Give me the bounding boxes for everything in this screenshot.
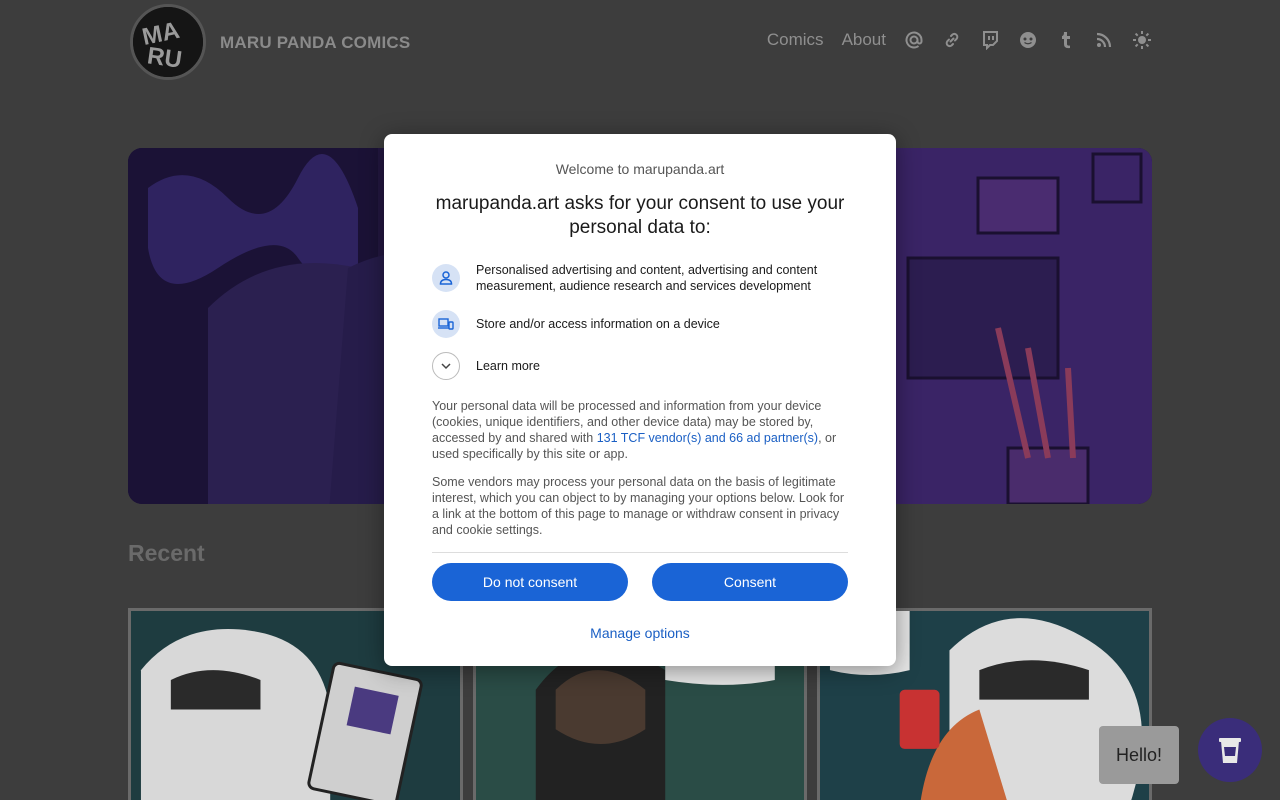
purpose-item: Store and/or access information on a dev… <box>432 310 848 338</box>
learn-more-label[interactable]: Learn more <box>476 359 540 373</box>
consent-dialog: Welcome to marupanda.art marupanda.art a… <box>384 134 896 666</box>
vendors-link[interactable]: 131 TCF vendor(s) and 66 ad partner(s) <box>597 431 818 445</box>
consent-heading: marupanda.art asks for your consent to u… <box>435 193 845 238</box>
learn-more-toggle[interactable]: Learn more <box>432 352 848 380</box>
purpose-text: Personalised advertising and content, ad… <box>476 263 818 293</box>
consent-paragraph-data-processing: Your personal data will be processed and… <box>432 398 848 462</box>
manage-options-link[interactable]: Manage options <box>432 625 848 641</box>
consent-welcome: Welcome to marupanda.art <box>555 161 725 177</box>
chevron-down-icon[interactable] <box>432 352 460 380</box>
consent-buttons: Do not consent Consent <box>432 563 848 601</box>
consent-button[interactable]: Consent <box>652 563 848 601</box>
purpose-text: Store and/or access information on a dev… <box>476 317 720 331</box>
devices-icon <box>432 310 460 338</box>
do-not-consent-button[interactable]: Do not consent <box>432 563 628 601</box>
divider <box>432 552 848 553</box>
person-icon <box>432 264 460 292</box>
consent-paragraph-legitimate-interest: Some vendors may process your personal d… <box>432 475 845 537</box>
purpose-item: Personalised advertising and content, ad… <box>432 262 848 294</box>
